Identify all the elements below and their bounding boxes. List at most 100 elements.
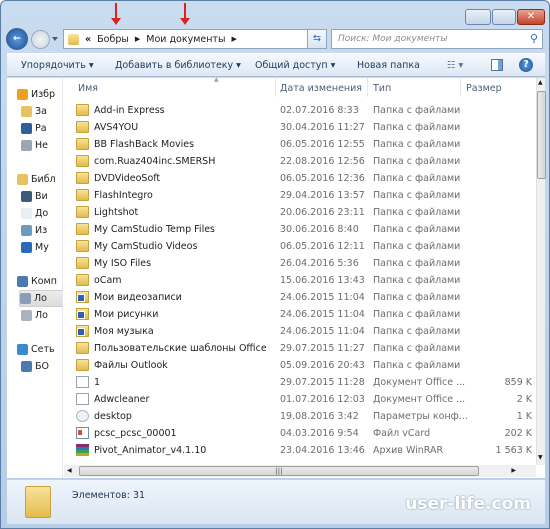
sidebar-item[interactable]: Ло: [19, 290, 62, 307]
organize-button[interactable]: Упорядочить ▾: [21, 60, 94, 71]
column-headers: Имя ▲ Дата изменения Тип Размер: [64, 76, 536, 97]
file-row[interactable]: com.Ruaz404inc.SMERSH 22.08.2016 12:56 П…: [64, 153, 536, 170]
new-folder-button[interactable]: Новая папка: [357, 60, 420, 71]
folder-icon: [76, 172, 89, 184]
file-size: 2 K: [516, 394, 532, 405]
file-row[interactable]: Пользовательские шаблоны Office 29.07.20…: [64, 340, 536, 357]
sidebar-item[interactable]: БО: [21, 358, 49, 375]
share-button[interactable]: Общий доступ ▾: [255, 60, 335, 71]
sidebar-item[interactable]: За: [21, 103, 47, 120]
sidebar-item-label: Ло: [34, 293, 47, 304]
file-row[interactable]: BB FlashBack Movies 06.05.2016 12:55 Пап…: [64, 136, 536, 153]
libraries-icon: [17, 174, 28, 185]
sidebar-item-label: Библ: [31, 174, 56, 185]
file-row[interactable]: pcsc_pcsc_00001 04.03.2016 9:54 Файл vCa…: [64, 425, 536, 442]
file-row[interactable]: AVS4YOU 30.04.2016 11:27 Папка с файлами: [64, 119, 536, 136]
recent-pages-dropdown[interactable]: [52, 37, 58, 41]
sidebar-item[interactable]: Из: [21, 222, 47, 239]
video-icon: [21, 191, 32, 202]
documents-icon: [21, 208, 32, 219]
sidebar-item[interactable]: Ви: [21, 188, 48, 205]
scroll-right-icon[interactable]: ▶: [511, 467, 516, 474]
sidebar-item[interactable]: Му: [21, 239, 49, 256]
maximize-button[interactable]: [492, 9, 516, 25]
sidebar-item-label: За: [35, 106, 47, 117]
sidebar-item-label: Из: [35, 225, 48, 236]
file-row[interactable]: Lightshot 20.06.2016 23:11 Папка с файла…: [64, 204, 536, 221]
scroll-up-icon[interactable]: ▲: [538, 79, 543, 86]
file-row[interactable]: 1 29.07.2015 11:28 Документ Office ... 8…: [64, 374, 536, 391]
file-date: 24.06.2015 11:04: [280, 292, 365, 303]
address-prefix[interactable]: «: [85, 34, 91, 45]
forward-button[interactable]: [31, 30, 50, 49]
sidebar-item-label: Сеть: [31, 344, 55, 355]
file-row[interactable]: My CamStudio Temp Files 30.06.2016 8:40 …: [64, 221, 536, 238]
file-row[interactable]: Мои видеозаписи 24.06.2015 11:04 Папка с…: [64, 289, 536, 306]
file-row[interactable]: Pivot_Animator_v4.1.10 23.04.2016 13:46 …: [64, 442, 536, 459]
sidebar-item[interactable]: Сеть: [17, 341, 55, 358]
sidebar-item-label: Комп: [31, 276, 57, 287]
sidebar-item[interactable]: Не: [21, 137, 48, 154]
column-date[interactable]: Дата изменения: [280, 83, 362, 94]
minimize-button[interactable]: [465, 9, 491, 25]
preview-pane-icon[interactable]: [491, 59, 503, 71]
scrollbar-thumb[interactable]: [537, 91, 546, 179]
search-icon[interactable]: ⚲: [530, 32, 538, 45]
downloads-icon: [21, 106, 32, 117]
scroll-left-icon[interactable]: ◀: [67, 467, 72, 474]
share-label: Общий доступ: [255, 60, 328, 71]
close-button[interactable]: ✕: [517, 9, 545, 25]
sidebar-item[interactable]: Ло: [21, 307, 48, 324]
file-row[interactable]: FlashIntegro 29.04.2016 13:57 Папка с фа…: [64, 187, 536, 204]
file-date: 30.06.2016 8:40: [280, 224, 359, 235]
back-button[interactable]: ←: [6, 28, 28, 50]
file-size: 202 K: [504, 428, 532, 439]
file-date: 29.07.2015 11:28: [280, 377, 365, 388]
sidebar-item-label: Не: [35, 140, 48, 151]
file-row[interactable]: DVDVideoSoft 06.05.2016 12:36 Папка с фа…: [64, 170, 536, 187]
file-row[interactable]: My ISO Files 26.04.2016 5:36 Папка с фай…: [64, 255, 536, 272]
sidebar-item[interactable]: Библ: [17, 171, 56, 188]
file-row[interactable]: desktop 19.08.2016 3:42 Параметры конф..…: [64, 408, 536, 425]
sidebar-item[interactable]: Ра: [21, 120, 47, 137]
horizontal-scrollbar[interactable]: ◀ ||| ▶: [64, 465, 536, 477]
file-row[interactable]: Файлы Outlook 05.09.2016 20:43 Папка с ф…: [64, 357, 536, 374]
file-date: 20.06.2016 23:11: [280, 207, 365, 218]
chevron-right-icon[interactable]: ▶: [135, 35, 140, 43]
folder-icon: [76, 155, 89, 167]
file-date: 01.07.2016 12:03: [280, 394, 365, 405]
view-options-icon[interactable]: ☷ ▾: [447, 60, 463, 71]
sidebar-item[interactable]: Избр: [17, 86, 55, 103]
file-row[interactable]: Adwcleaner 01.07.2016 12:03 Документ Off…: [64, 391, 536, 408]
file-type: Папка с файлами: [373, 173, 461, 184]
chevron-right-icon[interactable]: ▶: [231, 35, 236, 43]
address-bar[interactable]: « Бобры ▶ Мои документы ▶ ▼: [63, 29, 323, 49]
help-icon[interactable]: ?: [519, 58, 533, 72]
horizontal-scrollbar-thumb[interactable]: |||: [79, 466, 479, 476]
file-row[interactable]: oCam 15.06.2016 13:43 Папка с файлами: [64, 272, 536, 289]
vertical-scrollbar[interactable]: ▲ ▼: [536, 78, 546, 465]
folder-icon: [76, 240, 89, 252]
refresh-button[interactable]: ⇆: [307, 29, 327, 49]
scroll-down-icon[interactable]: ▼: [538, 454, 543, 461]
breadcrumb-bobry[interactable]: Бобры: [97, 34, 129, 45]
folder-icon: [76, 223, 89, 235]
file-row[interactable]: Add-in Express 02.07.2016 8:33 Папка с ф…: [64, 102, 536, 119]
column-size[interactable]: Размер: [466, 83, 502, 94]
star-icon: [17, 89, 28, 100]
file-type: Папка с файлами: [373, 105, 461, 116]
column-type[interactable]: Тип: [373, 83, 391, 94]
search-input[interactable]: Поиск: Мои документы ⚲: [331, 29, 543, 49]
sidebar-item[interactable]: Комп: [17, 273, 57, 290]
breadcrumb-my-documents[interactable]: Мои документы: [146, 34, 225, 45]
sidebar-item-label: Му: [35, 242, 49, 253]
file-type: Папка с файлами: [373, 309, 461, 320]
file-row[interactable]: My CamStudio Videos 06.05.2016 12:11 Пап…: [64, 238, 536, 255]
file-row[interactable]: Моя музыка 24.06.2015 11:04 Папка с файл…: [64, 323, 536, 340]
drive-icon: [21, 310, 32, 321]
add-to-library-button[interactable]: Добавить в библиотеку ▾: [115, 60, 241, 71]
file-row[interactable]: Мои рисунки 24.06.2015 11:04 Папка с фай…: [64, 306, 536, 323]
column-name[interactable]: Имя: [78, 83, 98, 94]
lnk-icon: [76, 291, 89, 303]
sidebar-item[interactable]: До: [21, 205, 48, 222]
